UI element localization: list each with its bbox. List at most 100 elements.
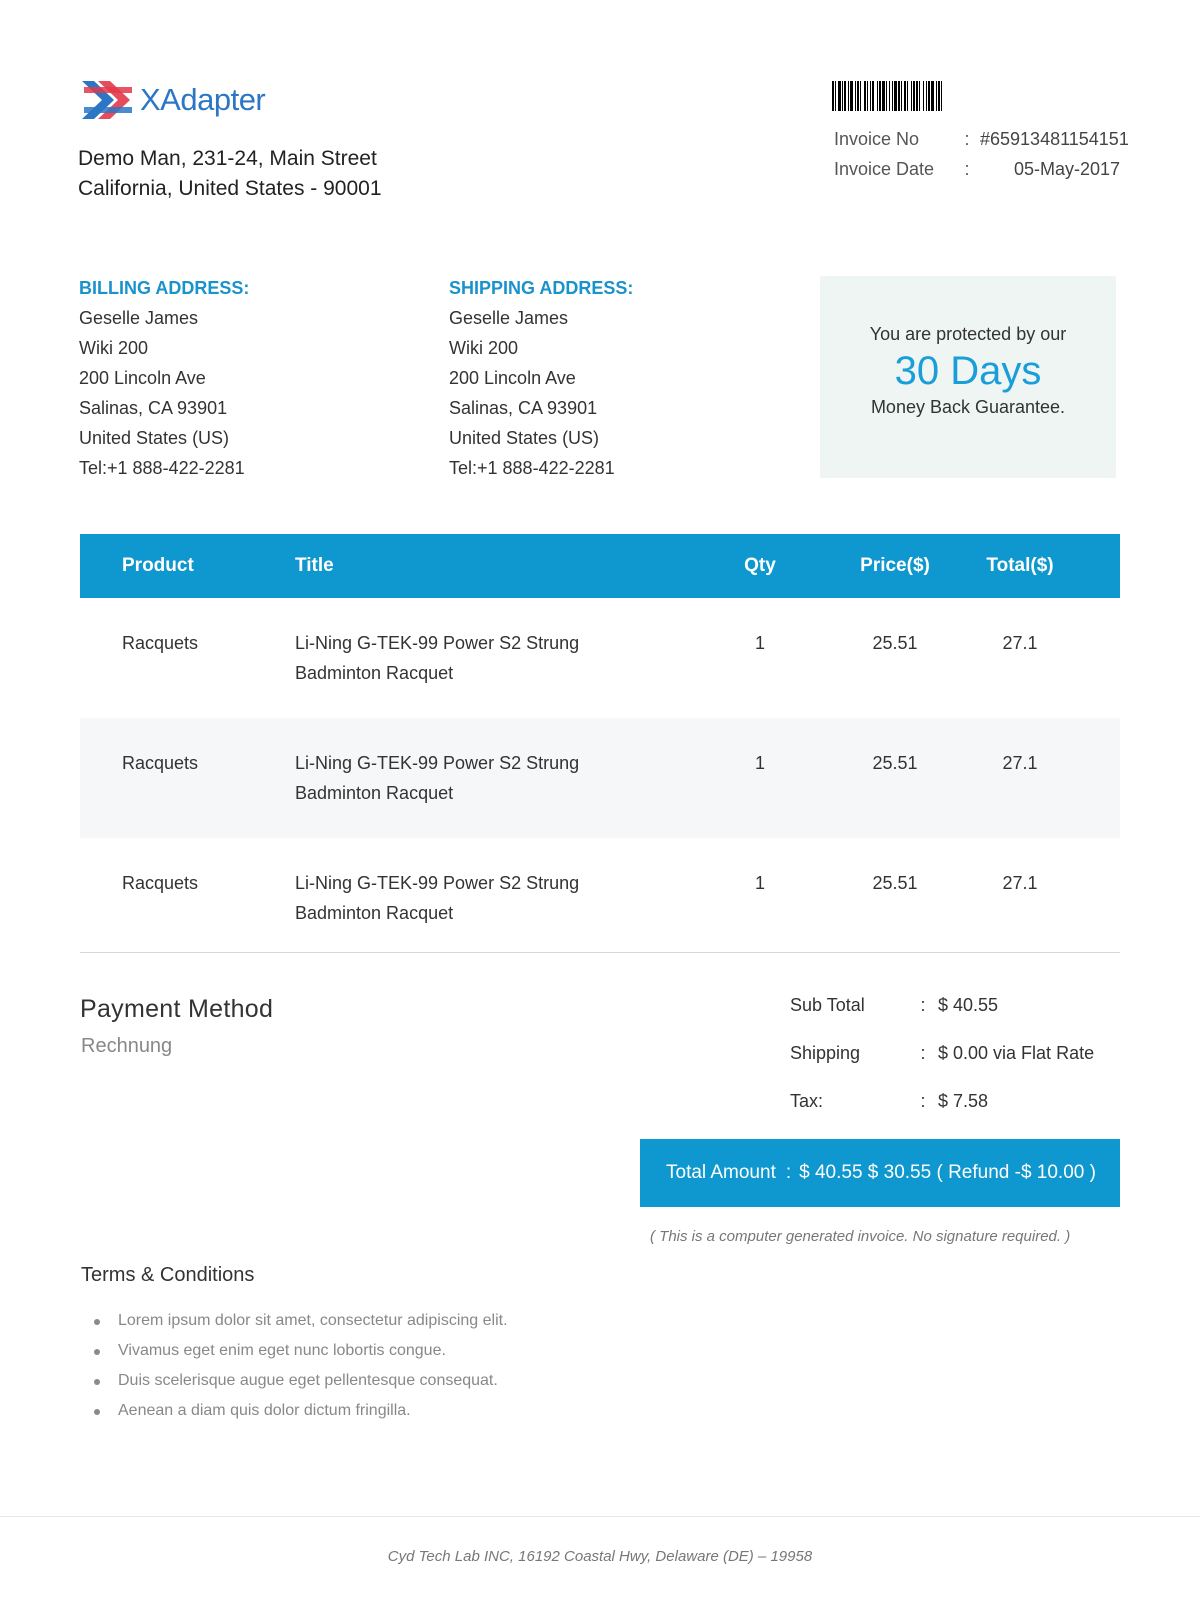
separator: : — [785, 1162, 792, 1183]
terms-item: Aenean a diam quis dolor dictum fringill… — [92, 1396, 508, 1426]
tax-value: $ 7.58 — [938, 1091, 989, 1111]
terms-item: Duis scelerisque augue eget pellentesque… — [92, 1366, 508, 1396]
barcode-bar — [838, 81, 841, 111]
computer-generated-note: ( This is a computer generated invoice. … — [650, 1228, 1071, 1245]
shipping-address-title: SHIPPING ADDRESS: — [449, 278, 634, 298]
table-divider — [80, 952, 1120, 953]
billing-phone: Tel:+1 888-422-2281 — [79, 458, 245, 478]
shipping-address-line: Geselle James — [449, 308, 569, 328]
invoice-date-row: Invoice Date : 05-May-2017 — [834, 154, 1120, 184]
logo-text: XAdapter — [140, 82, 266, 117]
shipping-address-line: United States (US) — [449, 428, 600, 448]
barcode-bar — [835, 81, 836, 111]
barcode-bar — [848, 81, 849, 111]
guarantee-days: 30 Days — [894, 349, 1042, 393]
cell-price: 25.51 — [872, 753, 918, 773]
barcode-bar — [916, 81, 918, 111]
billing-address: BILLING ADDRESS: Geselle James Wiki 200 … — [79, 276, 249, 483]
cell-qty: 1 — [754, 753, 765, 773]
barcode-bar — [882, 81, 885, 111]
xadapter-logo-icon — [82, 81, 132, 119]
header-product: Product — [122, 555, 194, 576]
barcode-bar — [842, 81, 843, 111]
payment-method-value: Rechnung — [81, 1035, 173, 1057]
subtotal-label: Sub Total — [790, 995, 865, 1015]
barcode-bar — [879, 81, 881, 111]
barcode-bar — [857, 81, 859, 111]
barcode-bar — [864, 81, 866, 111]
cell-price: 25.51 — [872, 633, 918, 653]
cell-total: 27.1 — [1002, 873, 1038, 893]
invoice-number-label: Invoice No — [834, 128, 920, 149]
separator: : — [964, 158, 970, 179]
guarantee-bottom-text: Money Back Guarantee. — [870, 397, 1066, 417]
barcode-bar — [901, 81, 902, 111]
cell-title: Li-Ning G-TEK-99 Power S2 Strung Badmint… — [295, 753, 580, 803]
billing-address-line: 200 Lincoln Ave — [79, 368, 206, 388]
barcode-bar — [926, 81, 927, 111]
tax-label: Tax: — [790, 1091, 824, 1111]
barcode-bar — [904, 81, 906, 111]
shipping-address-line: Salinas, CA 93901 — [449, 398, 598, 418]
terms-item: Lorem ipsum dolor sit amet, consectetur … — [92, 1306, 508, 1336]
barcode-bar — [913, 81, 915, 111]
payment-method-title: Payment Method — [80, 995, 274, 1023]
barcode-bar — [850, 81, 853, 111]
shipping-row: Shipping : $ 0.00 via Flat Rate — [790, 1043, 1094, 1091]
cell-total: 27.1 — [1002, 753, 1038, 773]
shipping-address-line: 200 Lincoln Ave — [449, 368, 576, 388]
separator: : — [964, 128, 970, 149]
invoice-date-label: Invoice Date — [834, 158, 935, 179]
table-header: Product Title Qty Price($) Total($) — [80, 534, 1120, 598]
barcode-bar — [894, 81, 897, 111]
cell-product: Racquets — [122, 753, 199, 773]
shipping-phone: Tel:+1 888-422-2281 — [449, 458, 615, 478]
tax-row: Tax: : $ 7.58 — [790, 1091, 1094, 1139]
total-amount-bar: Total Amount : $ 40.55 $ 30.55 ( Refund … — [640, 1139, 1120, 1207]
barcode-bar — [936, 81, 937, 111]
separator: : — [920, 995, 926, 1015]
company-address-line: California, United States - 90001 — [78, 177, 382, 200]
billing-address-line: United States (US) — [79, 428, 230, 448]
shipping-value: $ 0.00 via Flat Rate — [938, 1043, 1095, 1063]
barcode-bar — [860, 81, 861, 111]
barcode-bar — [907, 81, 908, 111]
invoice-number: #65913481154151 — [980, 128, 1129, 149]
barcode-bar — [928, 81, 930, 111]
barcode-bar — [832, 81, 834, 111]
header-qty: Qty — [744, 555, 776, 576]
terms-list: Lorem ipsum dolor sit amet, consectetur … — [92, 1306, 508, 1426]
cell-qty: 1 — [754, 873, 765, 893]
barcode — [832, 81, 942, 111]
subtotal-value: $ 40.55 — [938, 995, 999, 1015]
items-table: Product Title Qty Price($) Total($) Racq… — [80, 534, 1120, 958]
header-price: Price($) — [860, 555, 930, 576]
cell-title: Li-Ning G-TEK-99 Power S2 Strung Badmint… — [295, 633, 580, 683]
guarantee-top-text: You are protected by our — [869, 324, 1067, 344]
guarantee-box: You are protected by our 30 Days Money B… — [820, 276, 1116, 478]
separator: : — [920, 1091, 926, 1111]
barcode-bar — [923, 81, 924, 111]
total-amount-value: $ 40.55 $ 30.55 ( Refund -$ 10.00 ) — [799, 1162, 1096, 1183]
billing-address-line: Wiki 200 — [79, 338, 149, 358]
cell-product: Racquets — [122, 633, 199, 653]
shipping-address-line: Wiki 200 — [449, 338, 519, 358]
barcode-bar — [889, 81, 890, 111]
barcode-bar — [898, 81, 900, 111]
header-total: Total($) — [986, 555, 1054, 576]
table-row: Racquets Li-Ning G-TEK-99 Power S2 Strun… — [80, 718, 1120, 838]
terms-title: Terms & Conditions — [81, 1264, 255, 1286]
totals-summary: Sub Total : $ 40.55 Shipping : $ 0.00 vi… — [790, 995, 1094, 1139]
barcode-bar — [941, 81, 942, 111]
barcode-bar — [931, 81, 934, 111]
cell-qty: 1 — [754, 633, 765, 653]
footer-address: Cyd Tech Lab INC, 16192 Coastal Hwy, Del… — [387, 1548, 813, 1565]
separator: : — [920, 1043, 926, 1063]
billing-address-line: Salinas, CA 93901 — [79, 398, 228, 418]
footer-divider — [0, 1516, 1200, 1517]
barcode-bar — [938, 81, 940, 111]
barcode-bar — [919, 81, 920, 111]
total-amount-label: Total Amount — [666, 1162, 776, 1183]
barcode-bar — [855, 81, 856, 111]
company-address: Demo Man, 231-24, Main Street California… — [78, 144, 382, 204]
